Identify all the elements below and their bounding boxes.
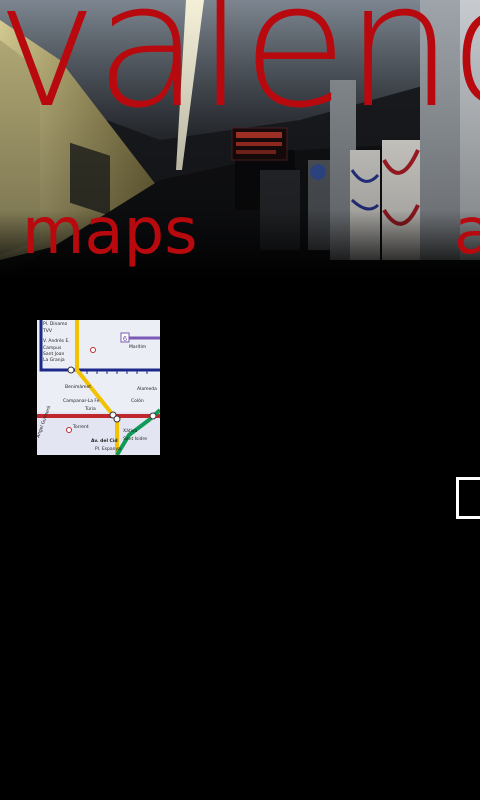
metro-map-tile[interactable]: 6 Pl. Dinamo TVV V. Andrés E. Campus San <box>37 320 160 455</box>
panorama-title: valencia <box>0 0 480 146</box>
svg-text:Torrent: Torrent <box>72 424 89 430</box>
svg-text:V. Andrés E.: V. Andrés E. <box>43 337 70 344</box>
svg-text:Túria: Túria <box>84 405 96 412</box>
svg-text:Av. del Cid: Av. del Cid <box>91 438 118 444</box>
svg-text:Pl. Dinamo: Pl. Dinamo <box>43 321 68 327</box>
section-title-maps[interactable]: maps <box>22 200 198 264</box>
section-title-next-peek[interactable]: a <box>454 200 480 264</box>
svg-text:Colón: Colón <box>131 397 144 404</box>
svg-text:Campanar-La Fe: Campanar-La Fe <box>63 398 100 404</box>
svg-text:6: 6 <box>123 335 128 343</box>
svg-text:Xàtiva: Xàtiva <box>123 427 138 434</box>
metro-map-icon: 6 Pl. Dinamo TVV V. Andrés E. Campus San <box>37 320 160 455</box>
svg-text:Benimàmet: Benimàmet <box>65 383 91 390</box>
svg-text:Sant Joan: Sant Joan <box>43 351 64 357</box>
svg-text:Alameda: Alameda <box>137 386 157 392</box>
svg-text:Sant Isidre: Sant Isidre <box>123 436 147 442</box>
svg-text:Campus: Campus <box>43 345 62 351</box>
svg-text:La Granja: La Granja <box>43 357 65 363</box>
svg-text:Marítim: Marítim <box>129 343 146 350</box>
next-section-tile[interactable] <box>456 477 480 519</box>
app-panorama: valencia maps a 6 <box>0 0 480 800</box>
svg-text:TVV: TVV <box>42 328 53 334</box>
svg-text:Pl. Espanya: Pl. Espanya <box>95 446 121 452</box>
